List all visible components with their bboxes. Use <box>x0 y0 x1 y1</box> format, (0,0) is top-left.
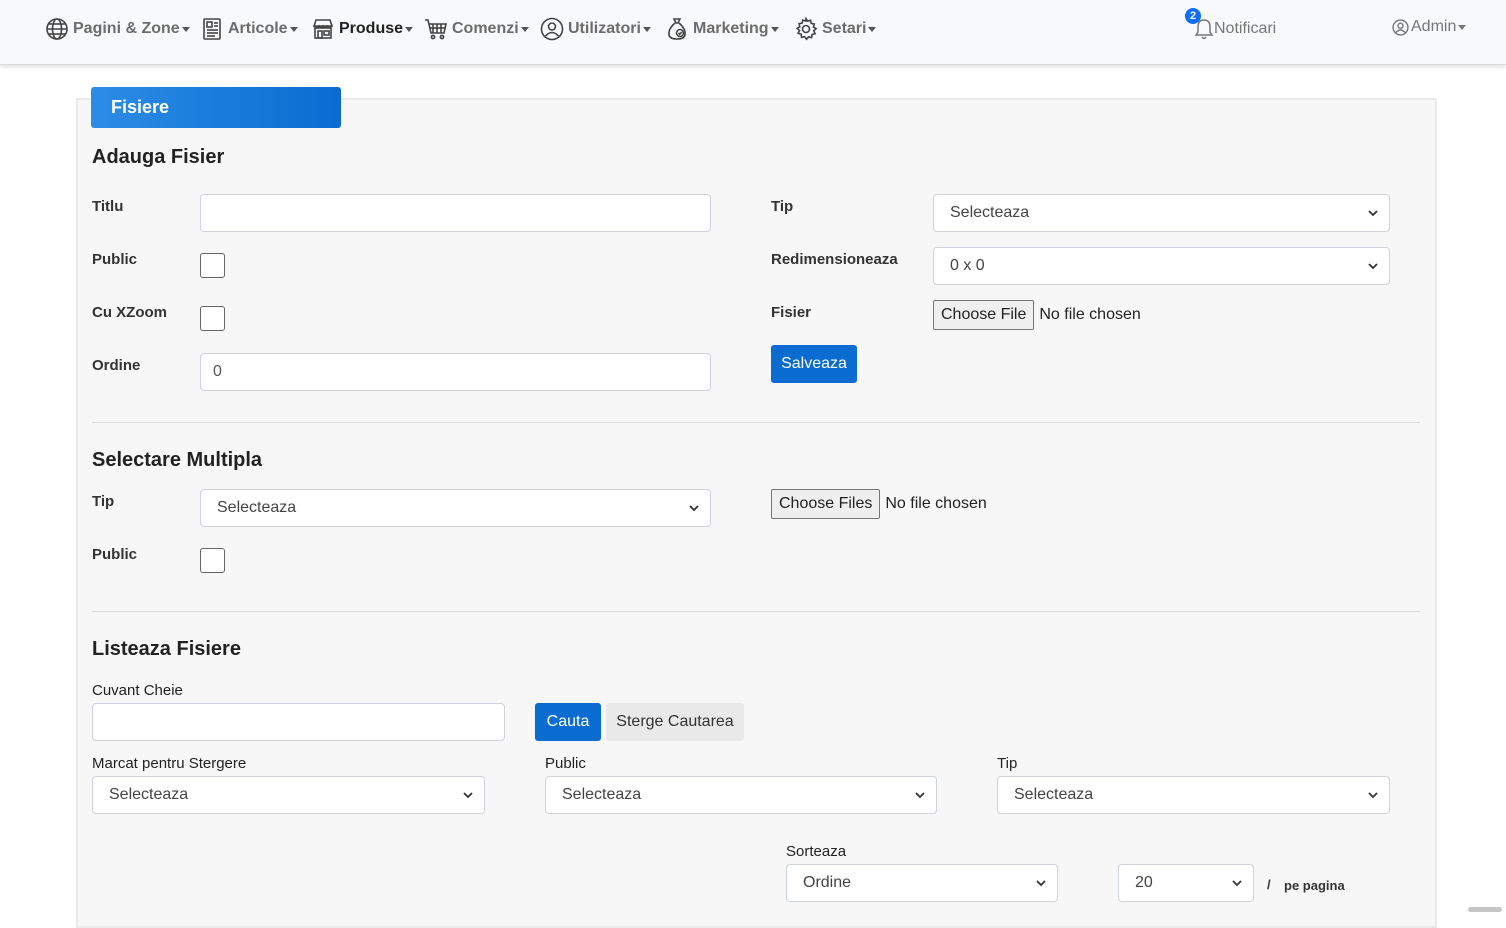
nav-label: Setari <box>822 20 867 37</box>
cart-icon <box>425 19 447 40</box>
nav-comenzi[interactable]: Comenzi <box>424 16 529 42</box>
nav-label: Marketing <box>693 20 769 37</box>
nav-pagini-zone[interactable]: Pagini & Zone <box>45 16 190 42</box>
caret-down-icon <box>770 27 779 32</box>
sort-select[interactable]: Ordine <box>786 864 1058 902</box>
file-input[interactable]: Choose File No file chosen <box>933 300 1141 330</box>
xzoom-checkbox[interactable] <box>200 306 225 331</box>
multi-file-status: No file chosen <box>885 495 987 512</box>
caret-down-icon <box>642 27 651 32</box>
xzoom-label: Cu XZoom <box>92 304 167 321</box>
keyword-input[interactable] <box>92 703 505 741</box>
nav-label: Articole <box>228 20 288 37</box>
user-menu[interactable]: Admin <box>1392 18 1467 36</box>
file-label: Fisier <box>771 304 812 321</box>
caret-down-icon <box>1458 25 1467 30</box>
list-tip-select-value: Selecteaza <box>1014 786 1094 803</box>
nav-marketing[interactable]: Marketing <box>665 16 779 42</box>
scrollbar-thumb[interactable] <box>1468 907 1502 912</box>
clear-search-button[interactable]: Sterge Cautarea <box>606 703 744 741</box>
section-title-add-file: Adauga Fisier <box>92 146 225 168</box>
nav-label: Pagini & Zone <box>73 20 180 37</box>
nav-label: Utilizatori <box>568 20 641 37</box>
newspaper-icon <box>203 18 221 40</box>
bell-icon <box>1194 19 1214 40</box>
caret-down-icon <box>520 27 529 32</box>
multi-tip-select[interactable]: Selecteaza <box>200 489 711 527</box>
section-divider <box>92 611 1420 612</box>
section-divider <box>92 422 1420 423</box>
nav-articole[interactable]: Articole <box>200 16 298 42</box>
keyword-label: Cuvant Cheie <box>92 682 183 699</box>
ordine-label: Ordine <box>92 357 141 374</box>
nav-utilizatori[interactable]: Utilizatori <box>540 16 651 42</box>
list-public-label: Public <box>545 755 586 772</box>
chevron-down-icon <box>1368 792 1378 799</box>
multi-tip-select-value: Selecteaza <box>217 499 297 516</box>
nav-label: Comenzi <box>452 20 519 37</box>
marked-select[interactable]: Selecteaza <box>92 776 485 814</box>
per-page-select[interactable]: 20 <box>1118 864 1254 902</box>
user-label: Admin <box>1411 18 1457 35</box>
caret-down-icon <box>405 27 414 32</box>
multi-tip-label: Tip <box>92 493 115 510</box>
money-bag-icon <box>668 18 686 40</box>
public-label: Public <box>92 251 138 268</box>
multi-file-input[interactable]: Choose Files No file chosen <box>771 489 987 519</box>
caret-down-icon <box>289 27 298 32</box>
resize-label: Redimensioneaza <box>771 251 898 268</box>
nav-produse[interactable]: Produse <box>311 16 414 42</box>
chevron-down-icon <box>1036 880 1046 887</box>
sort-label: Sorteaza <box>786 843 847 860</box>
shop-icon <box>312 19 334 39</box>
top-navbar: Pagini & Zone Articole Produse Comenzi U… <box>0 0 1506 65</box>
multi-public-label: Public <box>92 546 138 563</box>
caret-down-icon <box>868 27 877 32</box>
gear-icon <box>795 17 818 41</box>
chevron-down-icon <box>1368 210 1378 217</box>
titlu-label: Titlu <box>92 198 124 215</box>
sort-select-value: Ordine <box>803 874 852 891</box>
tip-select-value: Selecteaza <box>950 204 1030 221</box>
nav-label: Produse <box>339 20 404 37</box>
section-title-multi-select: Selectare Multipla <box>92 449 263 471</box>
per-page-select-value: 20 <box>1135 874 1153 891</box>
list-public-select-value: Selecteaza <box>562 786 642 803</box>
resize-select[interactable]: 0 x 0 <box>933 247 1390 285</box>
per-page-separator: / <box>1267 877 1271 892</box>
titlu-input[interactable] <box>200 194 711 232</box>
save-button[interactable]: Salveaza <box>771 345 857 383</box>
caret-down-icon <box>181 27 190 32</box>
resize-select-value: 0 x 0 <box>950 257 985 274</box>
choose-file-button[interactable]: Choose File <box>933 300 1035 330</box>
notifications-link[interactable]: Notificari <box>1194 18 1276 40</box>
section-title-list-files: Listeaza Fisiere <box>92 638 241 660</box>
user-circle-icon <box>1392 18 1409 36</box>
choose-files-button[interactable]: Choose Files <box>771 489 881 519</box>
nav-setari[interactable]: Setari <box>794 16 877 42</box>
card-tab-fisiere: Fisiere <box>91 87 341 128</box>
multi-public-checkbox[interactable] <box>200 548 225 573</box>
list-tip-label: Tip <box>997 755 1018 772</box>
notifications-label: Notificari <box>1214 20 1277 37</box>
chevron-down-icon <box>915 792 925 799</box>
per-page-label: pe pagina <box>1284 878 1345 893</box>
file-status: No file chosen <box>1039 306 1141 323</box>
chevron-down-icon <box>1232 880 1242 887</box>
chevron-down-icon <box>689 505 699 512</box>
tip-select[interactable]: Selecteaza <box>933 194 1390 232</box>
list-public-select[interactable]: Selecteaza <box>545 776 937 814</box>
ordine-input[interactable]: 0 <box>200 353 711 391</box>
marked-select-value: Selecteaza <box>109 786 189 803</box>
chevron-down-icon <box>463 792 473 799</box>
public-checkbox[interactable] <box>200 253 225 278</box>
globe-icon <box>46 18 68 40</box>
chevron-down-icon <box>1368 263 1378 270</box>
search-button[interactable]: Cauta <box>535 703 601 741</box>
marked-label: Marcat pentru Stergere <box>92 755 247 772</box>
user-circle-icon <box>540 17 564 41</box>
list-tip-select[interactable]: Selecteaza <box>997 776 1390 814</box>
tip-label: Tip <box>771 198 794 215</box>
